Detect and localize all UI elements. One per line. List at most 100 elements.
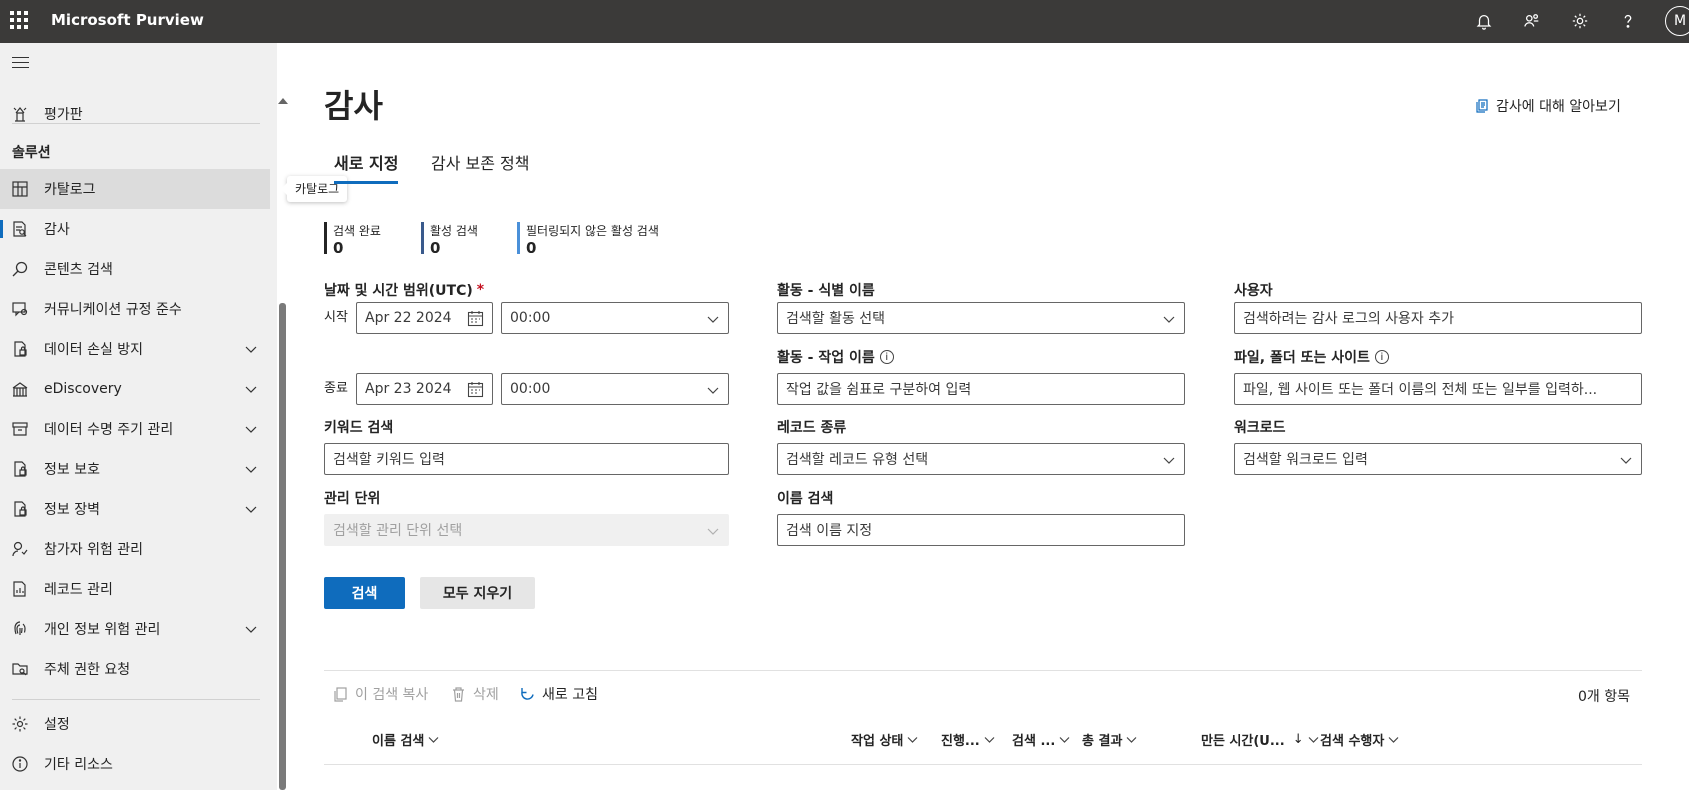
chevron-down-icon[interactable] [245,463,257,475]
start-label: 시작 [324,310,348,325]
sidebar-item-records[interactable]: 레코드 관리 [0,569,270,609]
learn-about-audit-link[interactable]: 감사에 대해 알아보기 [1474,96,1621,116]
sidebar-item-other-resources[interactable]: 기타 리소스 [0,744,270,784]
sort-descending-icon[interactable]: ↓ [1293,732,1304,747]
protection-icon [11,460,29,478]
sidebar-item-label: 데이터 손실 방지 [44,342,144,358]
column-label: 총 결과 [1082,734,1123,749]
privacy-icon [11,620,29,638]
sidebar-item-lifecycle[interactable]: 데이터 수명 주기 관리 [0,409,270,449]
avatar[interactable]: M [1665,6,1689,36]
clear-all-button[interactable]: 모두 지우기 [420,577,535,609]
stat-label: 활성 검색 [430,224,478,238]
chevron-down-icon [1308,737,1319,743]
scroll-up-icon[interactable] [278,92,288,104]
sidebar-item-settings[interactable]: 설정 [0,704,270,744]
users-placeholder: 검색하려는 감사 로그의 사용자 추가 [1243,311,1454,327]
sidebar-item-content-search[interactable]: 콘텐츠 검색 [0,249,270,289]
sidebar-item-communication[interactable]: 커뮤니케이션 규정 준수 [0,289,270,329]
chevron-down-icon[interactable] [245,383,257,395]
column-search-name[interactable]: 이름 검색 [372,730,439,749]
help-icon[interactable] [1617,10,1639,32]
chevron-down-icon[interactable] [245,623,257,635]
search-button[interactable]: 검색 [324,577,405,609]
chevron-down-icon [707,528,719,535]
workload-label: 워크로드 [1234,420,1286,436]
gear-icon [11,715,29,733]
main-content: 감사 감사에 대해 알아보기 새로 지정 감사 보존 정책 검색 완료 0 활성… [290,43,1689,790]
copy-icon [334,686,347,702]
record-type-dropdown[interactable]: 검색할 레코드 유형 선택 [777,443,1185,475]
sidebar-item-ediscovery[interactable]: eDiscovery [0,369,270,409]
info-icon[interactable]: i [1374,350,1389,364]
column-label: 이름 검색 [372,734,425,749]
sidebar-item-trial[interactable]: 평가판 [0,94,270,134]
activity-placeholder: 검색할 활동 선택 [786,311,886,327]
chevron-down-icon [1126,737,1137,743]
end-label: 종료 [324,381,348,396]
insider-risk-icon [11,540,29,558]
end-date-picker[interactable]: Apr 23 2024 [356,373,493,405]
sidebar-item-label: 감사 [44,222,70,238]
keyword-placeholder: 검색할 키워드 입력 [333,452,445,468]
app-launcher-icon[interactable] [10,11,28,29]
records-icon [11,580,29,598]
sidebar-item-insider-risk[interactable]: 참가자 위험 관리 [0,529,270,569]
end-time-dropdown[interactable]: 00:00 [501,373,729,405]
column-progress[interactable]: 진행... [941,730,995,749]
sidebar-item-subject-rights[interactable]: 주체 권한 요청 [0,649,270,689]
chevron-down-icon[interactable] [245,343,257,355]
file-folder-site-input[interactable]: 파일, 웹 사이트 또는 폴더 이름의 전체 또는 일부를 입력하... [1234,373,1642,405]
refresh-icon [521,687,534,700]
start-date-picker[interactable]: Apr 22 2024 [356,302,493,334]
tab-retention-policies[interactable]: 감사 보존 정책 [431,150,530,184]
chevron-down-icon [907,737,918,743]
sidebar-item-label: eDiscovery [44,381,122,397]
admin-unit-dropdown[interactable]: 검색할 관리 단위 선택 [324,514,729,546]
column-created-time[interactable]: 만든 시간(U... ↓ [1201,730,1319,749]
column-search-time[interactable]: 검색 ... [1012,730,1070,749]
hamburger-icon[interactable] [12,57,29,69]
search-name-input[interactable]: 검색 이름 지정 [777,514,1185,546]
keyword-label: 키워드 검색 [324,420,394,436]
divider [12,699,260,700]
keyword-input[interactable]: 검색할 키워드 입력 [324,443,729,475]
contact-icon[interactable] [1521,10,1543,32]
sidebar-item-label: 카탈로그 [44,182,96,198]
activity-dropdown[interactable]: 검색할 활동 선택 [777,302,1185,334]
column-label: 검색 ... [1012,734,1056,749]
trial-icon [11,105,29,123]
workload-placeholder: 검색할 워크로드 입력 [1243,452,1368,468]
table-header-divider [324,764,1642,765]
chevron-down-icon[interactable] [245,423,257,435]
divider [324,670,1642,671]
chevron-down-icon [1620,457,1632,464]
refresh-label: 새로 고침 [542,687,598,703]
sidebar-item-audit[interactable]: 감사 [0,209,270,249]
sidebar-item-info-barriers[interactable]: 정보 장벽 [0,489,270,529]
workload-dropdown[interactable]: 검색할 워크로드 입력 [1234,443,1642,475]
info-icon [11,755,29,773]
settings-icon[interactable] [1569,10,1591,32]
sidebar-item-privacy-risk[interactable]: 개인 정보 위험 관리 [0,609,270,649]
tab-new-search[interactable]: 새로 지정 [334,150,399,184]
column-searched-by[interactable]: 검색 수행자 [1320,730,1399,749]
sidebar-item-dlp[interactable]: 데이터 손실 방지 [0,329,270,369]
sidebar-item-info-protection[interactable]: 정보 보호 [0,449,270,489]
activity-operation-input[interactable]: 작업 값을 쉼표로 구분하여 입력 [777,373,1185,405]
chevron-down-icon[interactable] [245,503,257,515]
end-time-value: 00:00 [510,381,551,397]
notifications-icon[interactable] [1473,10,1495,32]
brand-title[interactable]: Microsoft Purview [51,11,204,29]
sidebar-item-catalog[interactable]: 카탈로그 [0,169,270,209]
info-icon[interactable]: i [879,350,894,364]
start-time-dropdown[interactable]: 00:00 [501,302,729,334]
refresh-button[interactable]: 새로 고침 [519,684,598,704]
column-total-results[interactable]: 총 결과 [1082,730,1137,749]
sidebar-scrollbar[interactable] [279,303,286,790]
stat-value: 0 [430,239,441,257]
users-input[interactable]: 검색하려는 감사 로그의 사용자 추가 [1234,302,1642,334]
copy-search-button[interactable]: 이 검색 복사 [332,684,428,704]
column-job-status[interactable]: 작업 상태 [851,730,918,749]
delete-button[interactable]: 삭제 [450,684,499,704]
